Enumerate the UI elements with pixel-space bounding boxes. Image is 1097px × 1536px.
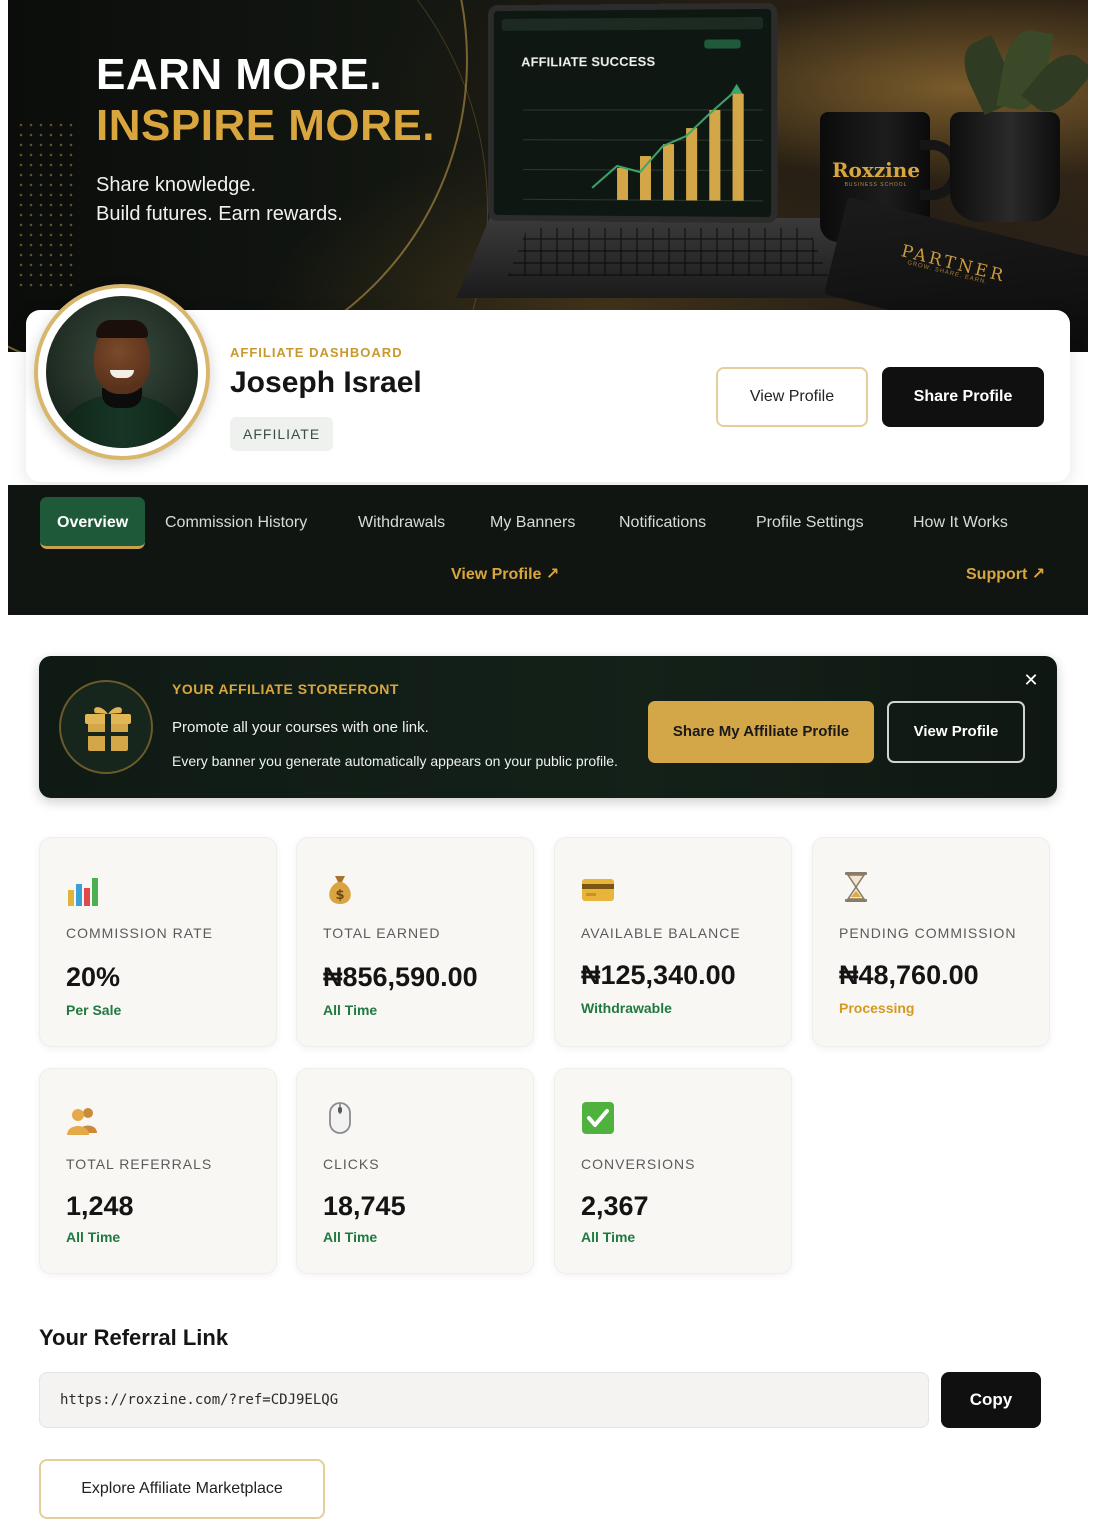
- stat-card-clicks: CLICKS 18,745 All Time: [296, 1068, 534, 1274]
- hero-dot-pattern: [16, 120, 76, 290]
- storefront-banner: YOUR AFFILIATE STOREFRONT Promote all yo…: [39, 656, 1057, 798]
- laptop-browser-bar: [501, 17, 764, 31]
- hourglass-icon: [845, 872, 867, 902]
- stat-card-conversions: CONVERSIONS 2,367 All Time: [554, 1068, 792, 1274]
- stat-card-available-balance: AVAILABLE BALANCE ₦125,340.00 Withdrawab…: [554, 837, 792, 1047]
- avatar-photo: [46, 296, 198, 448]
- referral-link-input[interactable]: [39, 1372, 929, 1428]
- stat-note: Withdrawable: [581, 1000, 672, 1016]
- tab-profile-settings[interactable]: Profile Settings: [756, 497, 864, 549]
- laptop-screen-heading: AFFILIATE SUCCESS: [521, 53, 656, 70]
- mug-logo-subtitle: BUSINESS SCHOOL: [844, 182, 908, 188]
- dashboard-section-label: AFFILIATE DASHBOARD: [230, 345, 403, 360]
- stat-label: TOTAL EARNED: [323, 925, 441, 941]
- stat-label: CONVERSIONS: [581, 1156, 696, 1172]
- view-profile-link[interactable]: View Profile ↗: [451, 564, 559, 584]
- hero-title-line1: EARN MORE.: [96, 50, 383, 99]
- hero-subtitle-line1: Share knowledge.: [96, 174, 257, 196]
- avatar-hair: [96, 320, 148, 338]
- stat-card-pending-commission: PENDING COMMISSION ₦48,760.00 Processing: [812, 837, 1050, 1047]
- laptop-screen: AFFILIATE SUCCESS: [487, 2, 778, 224]
- stat-value: 1,248: [66, 1191, 134, 1221]
- stat-label: COMMISSION RATE: [66, 925, 213, 941]
- role-badge: AFFILIATE: [230, 417, 334, 451]
- dashboard-nav: Overview Commission History Withdrawals …: [8, 485, 1088, 615]
- storefront-title: YOUR AFFILIATE STOREFRONT: [172, 681, 399, 697]
- hero-subtitle-line2: Build futures. Earn rewards.: [96, 203, 343, 225]
- tab-overview[interactable]: Overview: [40, 497, 146, 549]
- tab-withdrawals[interactable]: Withdrawals: [358, 497, 445, 549]
- stat-card-total-earned: $ TOTAL EARNED ₦856,590.00 All Time: [296, 837, 534, 1047]
- bar-chart-icon: [68, 878, 98, 906]
- mug-logo: Roxzine: [831, 158, 921, 182]
- money-bag-icon: $: [329, 876, 351, 904]
- stat-label: TOTAL REFERRALS: [66, 1156, 213, 1172]
- stat-label: CLICKS: [323, 1156, 380, 1172]
- hero-title-line2: INSPIRE MORE.: [96, 101, 435, 150]
- stat-note: All Time: [581, 1229, 636, 1245]
- stat-value: 20%: [66, 962, 121, 992]
- laptop-keyboard: [508, 228, 828, 276]
- storefront-note: Every banner you generate automatically …: [172, 753, 618, 769]
- stat-label: PENDING COMMISSION: [839, 925, 1017, 941]
- stat-note: All Time: [323, 1229, 378, 1245]
- credit-card-icon: [582, 879, 614, 901]
- tab-my-banners[interactable]: My Banners: [490, 497, 575, 549]
- tab-how-it-works[interactable]: How It Works: [913, 497, 1008, 549]
- svg-text:$: $: [335, 888, 344, 903]
- profile-name: Joseph Israel: [230, 366, 422, 399]
- gift-icon: [59, 680, 153, 774]
- copy-button[interactable]: Copy: [941, 1372, 1041, 1428]
- referral-link-title: Your Referral Link: [39, 1325, 229, 1350]
- stat-card-commission-rate: COMMISSION RATE 20% Per Sale: [39, 837, 277, 1047]
- laptop-bar-chart-illustration: [523, 83, 763, 211]
- check-icon: [582, 1102, 614, 1134]
- stat-note: Per Sale: [66, 1002, 122, 1018]
- stat-label: AVAILABLE BALANCE: [581, 925, 741, 941]
- laptop-screen-pill: [704, 39, 741, 49]
- stat-note: All Time: [323, 1002, 378, 1018]
- stat-note: All Time: [66, 1229, 121, 1245]
- stat-value: ₦48,760.00: [839, 960, 979, 990]
- support-link[interactable]: Support ↗: [966, 564, 1045, 584]
- plant-pot-illustration: [950, 112, 1060, 222]
- tab-notifications[interactable]: Notifications: [619, 497, 706, 549]
- explore-marketplace-button[interactable]: Explore Affiliate Marketplace: [39, 1459, 325, 1519]
- stat-value: 18,745: [323, 1191, 406, 1221]
- stat-card-total-referrals: TOTAL REFERRALS 1,248 All Time: [39, 1068, 277, 1274]
- stat-value: ₦856,590.00: [323, 962, 478, 992]
- close-icon[interactable]: ✕: [1021, 670, 1041, 690]
- storefront-view-profile-button[interactable]: View Profile: [887, 701, 1025, 763]
- share-affiliate-profile-button[interactable]: Share My Affiliate Profile: [648, 701, 874, 763]
- storefront-description: Promote all your courses with one link.: [172, 719, 429, 736]
- tab-commission-history[interactable]: Commission History: [165, 497, 307, 549]
- gift-icon-svg: [85, 707, 131, 751]
- share-profile-button[interactable]: Share Profile: [882, 367, 1044, 427]
- stat-value: 2,367: [581, 1191, 649, 1221]
- stat-note: Processing: [839, 1000, 915, 1016]
- mouse-icon: [329, 1102, 351, 1134]
- view-profile-button[interactable]: View Profile: [716, 367, 868, 427]
- affiliate-dashboard-page: EARN MORE. INSPIRE MORE. Share knowledge…: [8, 0, 1088, 1536]
- stat-value: ₦125,340.00: [581, 960, 736, 990]
- users-icon: [67, 1108, 97, 1135]
- avatar[interactable]: [34, 284, 210, 460]
